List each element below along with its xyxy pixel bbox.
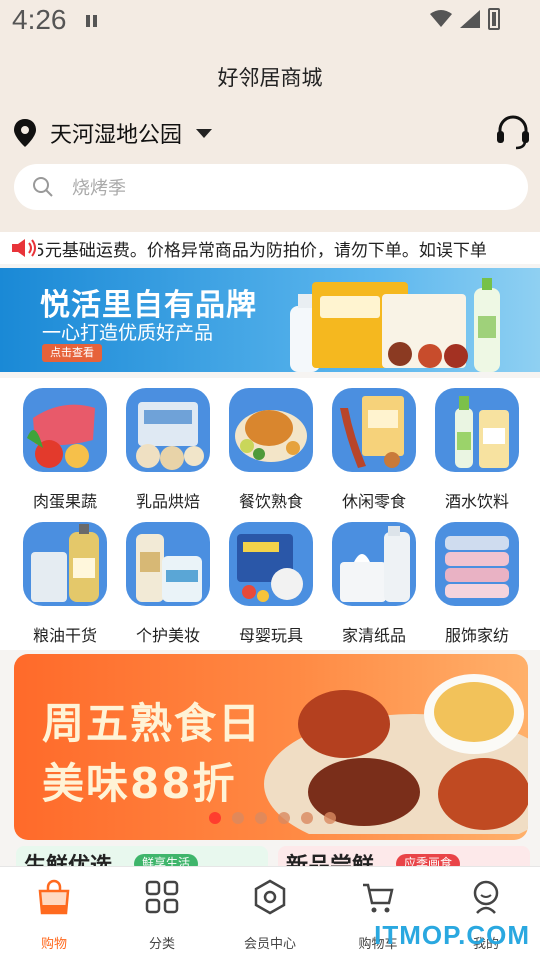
tab-category[interactable]: 分类 [108, 867, 216, 960]
carousel-dot[interactable] [300, 812, 313, 824]
watermark: ITMOP.COM [374, 920, 530, 950]
customer-service-icon[interactable] [496, 114, 530, 150]
category-label: 餐饮熟食 [238, 492, 303, 511]
tab-member[interactable]: 会员中心 [216, 867, 324, 960]
category-label: 粮油干货 [32, 626, 97, 645]
system-icons [430, 8, 500, 30]
carousel-dot[interactable] [208, 812, 221, 824]
battery-icon [488, 8, 500, 30]
carousel-dot[interactable] [277, 812, 290, 824]
carousel-dot[interactable] [231, 812, 244, 824]
promo-line-2: 美味88折 [42, 759, 237, 808]
shopping-bag-icon [38, 879, 70, 915]
category-label: 休闲零食 [341, 492, 406, 511]
search-placeholder: 烧烤季 [72, 178, 126, 199]
tab-label: 会员中心 [243, 937, 296, 952]
tab-shopping[interactable]: 购物 [0, 867, 108, 960]
search-bar[interactable]: 烧烤季 [14, 164, 528, 210]
notice-bar[interactable]: 5元基础运费。价格异常商品为防拍价，请勿下单。如误下单 [0, 232, 540, 264]
beauty-icon [126, 522, 210, 606]
category-item[interactable]: 母婴玩具 [221, 512, 321, 645]
category-item[interactable]: 酒水饮料 [427, 378, 527, 511]
status-bar: 4:26 [0, 0, 540, 46]
status-time: 4:26 [12, 4, 67, 35]
deli-icon [229, 388, 313, 472]
location-selector[interactable]: 天河湿地公园 [14, 116, 213, 150]
category-item[interactable]: 肉蛋果蔬 [15, 378, 115, 511]
brand-banner-button[interactable]: 点击查看 [42, 344, 102, 362]
notification-icon [86, 12, 100, 27]
roast-food-image [264, 674, 528, 834]
category-grid: 肉蛋果蔬 乳品烘焙 餐饮熟食 休闲零食 酒水饮料 粮油干货 个护美妆 母婴玩具 … [0, 378, 540, 650]
category-label: 母婴玩具 [238, 626, 303, 645]
section-new-title: 新品尝鲜 [286, 854, 375, 868]
category-item[interactable]: 乳品烘焙 [118, 378, 218, 511]
chevron-down-icon [196, 128, 213, 138]
tab-label: 购物 [40, 937, 67, 952]
brand-products-image [290, 278, 500, 372]
category-label: 个护美妆 [135, 626, 200, 645]
signal-icon [460, 10, 480, 28]
textile-icon [435, 522, 519, 606]
grid-icon [145, 880, 179, 914]
speaker-icon [12, 239, 36, 257]
promo-line-1: 周五熟食日 [42, 699, 263, 748]
brand-banner-subtitle: 一心打造优质好产品 [42, 322, 214, 344]
category-item[interactable]: 服饰家纺 [427, 512, 527, 645]
search-icon [33, 177, 53, 197]
category-item[interactable]: 餐饮熟食 [221, 378, 321, 511]
user-icon [473, 880, 499, 914]
section-fresh-title: 生鲜优选 [24, 854, 113, 868]
location-name: 天河湿地公园 [50, 123, 183, 148]
category-item[interactable]: 粮油干货 [15, 512, 115, 645]
section-new[interactable]: 新品尝鲜 应季画食 [278, 846, 530, 868]
category-label: 肉蛋果蔬 [32, 492, 97, 511]
cart-icon [363, 883, 394, 913]
hexagon-icon [254, 879, 286, 915]
section-fresh[interactable]: 生鲜优选 鲜享生活 [16, 846, 268, 868]
grain-oil-icon [23, 522, 107, 606]
produce-icon [23, 388, 107, 472]
header-area: 4:26 好邻居商城 天河湿地公园 烧烤季 [0, 0, 540, 232]
category-label: 乳品烘焙 [135, 492, 200, 511]
category-item[interactable]: 个护美妆 [118, 512, 218, 645]
brand-banner[interactable]: 悦活里自有品牌 一心打造优质好产品 点击查看 [0, 268, 540, 372]
carousel-dot[interactable] [254, 812, 267, 824]
category-label: 酒水饮料 [444, 492, 509, 511]
dairy-icon [126, 388, 210, 472]
location-pin-icon [14, 119, 36, 147]
category-label: 家清纸品 [341, 626, 406, 645]
category-label: 服饰家纺 [444, 626, 509, 645]
snacks-icon [332, 388, 416, 472]
drinks-icon [435, 388, 519, 472]
category-item[interactable]: 家清纸品 [324, 512, 424, 645]
wifi-icon [430, 10, 452, 27]
carousel-dot[interactable] [323, 812, 336, 824]
tab-label: 分类 [148, 937, 175, 952]
household-icon [332, 522, 416, 606]
notice-text: 5元基础运费。价格异常商品为防拍价，请勿下单。如误下单 [38, 240, 487, 261]
baby-toys-icon [229, 522, 313, 606]
page-title: 好邻居商城 [217, 66, 323, 90]
category-item[interactable]: 休闲零食 [324, 378, 424, 511]
carousel-indicator [0, 812, 540, 824]
